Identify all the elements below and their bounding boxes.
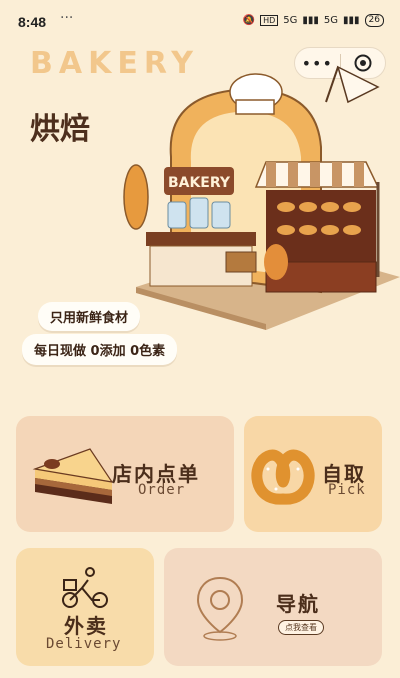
signal-5g-2: 5G [323,15,339,26]
delivery-title: 外卖 [64,614,108,638]
signal-5g-1: 5G [283,15,298,26]
fresh-ingredients-badge: 只用新鲜食材 [38,302,141,331]
battery-indicator: 26 [364,14,384,27]
page-title: 烘焙 [30,112,90,147]
navigation-card[interactable]: 导航 点我查看 [164,548,382,666]
pretzel-icon [251,449,315,505]
map-pin-icon [196,576,244,641]
hd-badge: HD [260,15,279,26]
signal-icon-2: ▮▮▮ [343,15,360,26]
navigation-title: 导航 [276,592,320,616]
pickup-subtitle: Pick [328,482,366,498]
dine-in-order-card[interactable]: 店内点单 Order [16,416,234,532]
bakery-illustration: BAKERY [123,65,400,330]
status-bar: 8:48 ··· 🔕 HD 5G ▮▮▮ 5G ▮▮▮ 26 [0,0,400,44]
signal-icon: ▮▮▮ [302,15,319,26]
illustration-sign: BAKERY [168,175,231,191]
mute-icon: 🔕 [242,15,256,26]
pickup-card[interactable]: 自取 Pick [244,416,382,532]
delivery-rider-icon [62,567,108,608]
dine-in-subtitle: Order [138,482,186,498]
daily-fresh-badge: 每日现做 0添加 0色素 [22,334,178,365]
cake-icon [32,448,114,504]
delivery-card[interactable]: 外卖 Delivery [16,548,154,666]
status-time: 8:48 [18,14,47,30]
view-location-button[interactable]: 点我查看 [278,620,324,635]
notification-dots: ··· [60,10,74,26]
status-right: 🔕 HD 5G ▮▮▮ 5G ▮▮▮ 26 [243,14,384,27]
delivery-subtitle: Delivery [46,636,122,652]
